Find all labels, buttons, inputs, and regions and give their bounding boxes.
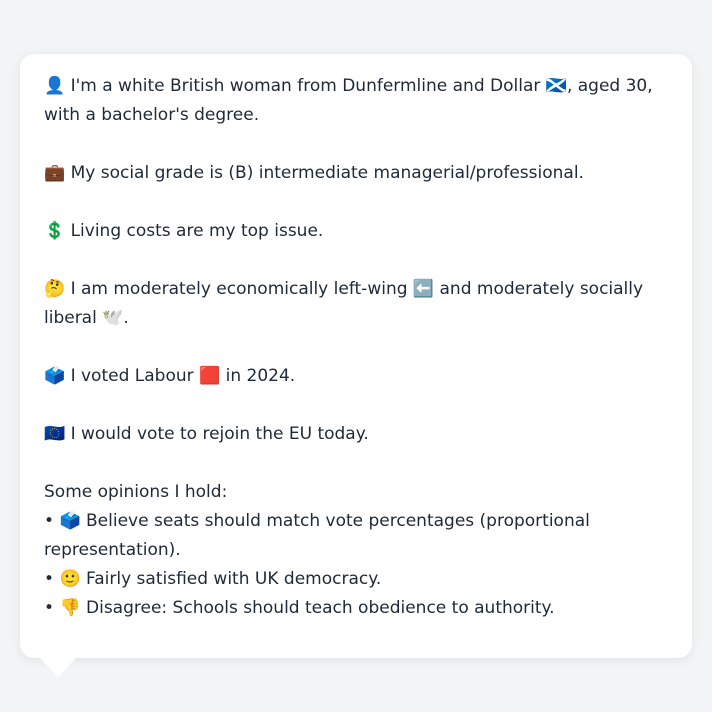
ballot-box-icon: 🗳️ (44, 366, 66, 386)
opinion-text: Fairly satisfied with UK democracy. (86, 569, 382, 589)
ideology-line: 🤔 I am moderately economically left-wing… (44, 275, 668, 333)
bullet: • (44, 598, 55, 618)
profile-message-bubble: 👤 I'm a white British woman from Dunferm… (20, 54, 692, 658)
eu-text: I would vote to rejoin the EU today. (70, 424, 369, 444)
vote-2024-line: 🗳️ I voted Labour 🟥 in 2024. (44, 362, 668, 391)
bullet: • (44, 569, 55, 589)
dove-icon: 🕊️ (102, 308, 124, 328)
red-square-icon: 🟥 (199, 366, 221, 386)
briefcase-icon: 💼 (44, 163, 66, 183)
vote-text-start: I voted Labour (70, 366, 194, 386)
opinion-text: Believe seats should match vote percenta… (44, 511, 590, 560)
scotland-flag-icon: 🏴󠁧󠁢󠁳󠁣󠁴󠁿 (545, 76, 567, 96)
opinions-list: • 🗳️ Believe seats should match vote per… (44, 507, 668, 623)
identity-line: 👤 I'm a white British woman from Dunferm… (44, 72, 668, 130)
top-issue-line: 💲 Living costs are my top issue. (44, 217, 668, 246)
top-issue-text: Living costs are my top issue. (70, 221, 324, 241)
ideology-text-end: . (123, 308, 129, 328)
eu-line: 🇪🇺 I would vote to rejoin the EU today. (44, 420, 668, 449)
vote-text-end: in 2024. (225, 366, 296, 386)
bullet: • (44, 511, 55, 531)
opinion-text: Disagree: Schools should teach obedience… (86, 598, 555, 618)
list-item: • 👎 Disagree: Schools should teach obedi… (44, 594, 668, 623)
ideology-text-start: I am moderately economically left-wing (70, 279, 408, 299)
identity-text-start: I'm a white British woman from Dunfermli… (70, 76, 541, 96)
social-grade-line: 💼 My social grade is (B) intermediate ma… (44, 159, 668, 188)
left-arrow-icon: ⬅️ (412, 279, 435, 299)
list-item: • 🙂 Fairly satisfied with UK democracy. (44, 565, 668, 594)
social-grade-text: My social grade is (B) intermediate mana… (70, 163, 584, 183)
opinions-heading: Some opinions I hold: (44, 482, 228, 502)
thinking-face-icon: 🤔 (44, 279, 66, 299)
bubble-tail (40, 658, 76, 677)
ballot-box-icon: 🗳️ (59, 511, 81, 531)
person-icon: 👤 (44, 76, 66, 96)
dollar-icon: 💲 (44, 221, 66, 241)
thumbs-down-icon: 👎 (59, 598, 81, 618)
eu-flag-icon: 🇪🇺 (44, 424, 66, 444)
list-item: • 🗳️ Believe seats should match vote per… (44, 507, 668, 565)
slightly-smiling-face-icon: 🙂 (59, 569, 81, 589)
